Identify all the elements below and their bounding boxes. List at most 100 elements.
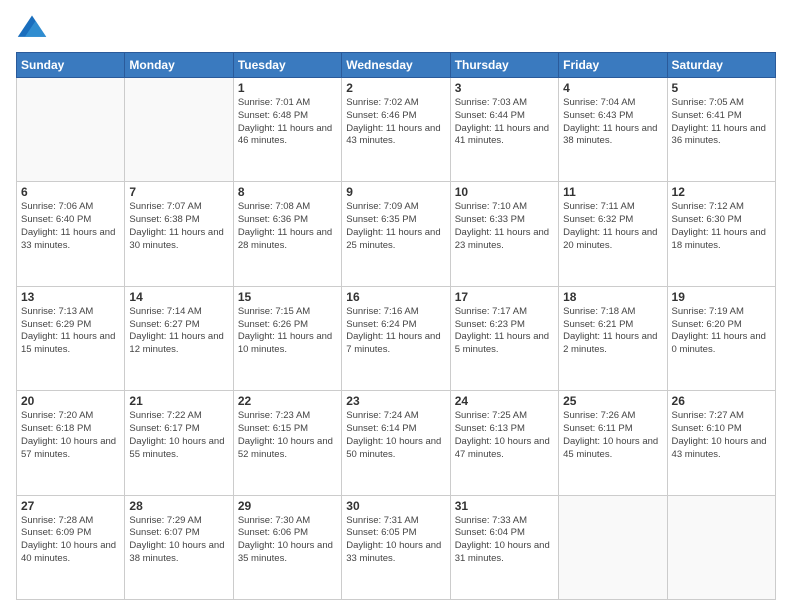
- day-number: 3: [455, 81, 554, 95]
- day-number: 5: [672, 81, 771, 95]
- day-info: Sunrise: 7:09 AMSunset: 6:35 PMDaylight:…: [346, 201, 445, 252]
- day-info: Sunrise: 7:02 AMSunset: 6:46 PMDaylight:…: [346, 97, 445, 148]
- day-info: Sunrise: 7:04 AMSunset: 6:43 PMDaylight:…: [563, 97, 662, 148]
- day-number: 22: [238, 394, 337, 408]
- calendar-cell: 13 Sunrise: 7:13 AMSunset: 6:29 PMDayligh…: [17, 286, 125, 390]
- day-info: Sunrise: 7:05 AMSunset: 6:41 PMDaylight:…: [672, 97, 771, 148]
- day-info: Sunrise: 7:01 AMSunset: 6:48 PMDaylight:…: [238, 97, 337, 148]
- day-number: 30: [346, 499, 445, 513]
- weekday-header-wednesday: Wednesday: [342, 53, 450, 78]
- calendar-cell: [667, 495, 775, 599]
- day-info: Sunrise: 7:07 AMSunset: 6:38 PMDaylight:…: [129, 201, 228, 252]
- calendar-cell: 16 Sunrise: 7:16 AMSunset: 6:24 PMDayligh…: [342, 286, 450, 390]
- calendar-cell: 11 Sunrise: 7:11 AMSunset: 6:32 PMDayligh…: [559, 182, 667, 286]
- calendar-cell: 20Sunrise: 7:20 AMSunset: 6:18 PMDayligh…: [17, 391, 125, 495]
- calendar-cell: 24 Sunrise: 7:25 AMSunset: 6:13 PMDayligh…: [450, 391, 558, 495]
- calendar-week-3: 20Sunrise: 7:20 AMSunset: 6:18 PMDayligh…: [17, 391, 776, 495]
- logo-icon: [16, 12, 48, 44]
- day-number: 4: [563, 81, 662, 95]
- calendar-cell: 27 Sunrise: 7:28 AMSunset: 6:09 PMDayligh…: [17, 495, 125, 599]
- day-number: 15: [238, 290, 337, 304]
- day-info: Sunrise: 7:10 AMSunset: 6:33 PMDaylight:…: [455, 201, 554, 252]
- day-info: Sunrise: 7:28 AMSunset: 6:09 PMDaylight:…: [21, 515, 120, 566]
- page: SundayMondayTuesdayWednesdayThursdayFrid…: [0, 0, 792, 612]
- day-number: 24: [455, 394, 554, 408]
- day-number: 8: [238, 185, 337, 199]
- day-info: Sunrise: 7:30 AMSunset: 6:06 PMDaylight:…: [238, 515, 337, 566]
- day-number: 12: [672, 185, 771, 199]
- day-info: Sunrise: 7:25 AMSunset: 6:13 PMDaylight:…: [455, 410, 554, 461]
- day-info: Sunrise: 7:24 AMSunset: 6:14 PMDaylight:…: [346, 410, 445, 461]
- day-info: Sunrise: 7:22 AMSunset: 6:17 PMDaylight:…: [129, 410, 228, 461]
- day-number: 17: [455, 290, 554, 304]
- day-info: Sunrise: 7:19 AMSunset: 6:20 PMDaylight:…: [672, 306, 771, 357]
- day-number: 27: [21, 499, 120, 513]
- calendar-week-4: 27 Sunrise: 7:28 AMSunset: 6:09 PMDayligh…: [17, 495, 776, 599]
- day-number: 11: [563, 185, 662, 199]
- day-number: 16: [346, 290, 445, 304]
- day-number: 6: [21, 185, 120, 199]
- calendar-cell: 2Sunrise: 7:02 AMSunset: 6:46 PMDaylight…: [342, 78, 450, 182]
- day-number: 7: [129, 185, 228, 199]
- day-number: 13: [21, 290, 120, 304]
- calendar-cell: 8 Sunrise: 7:08 AMSunset: 6:36 PMDaylight…: [233, 182, 341, 286]
- weekday-header-saturday: Saturday: [667, 53, 775, 78]
- calendar-cell: 14 Sunrise: 7:14 AMSunset: 6:27 PMDayligh…: [125, 286, 233, 390]
- day-number: 9: [346, 185, 445, 199]
- calendar-cell: 31Sunrise: 7:33 AMSunset: 6:04 PMDayligh…: [450, 495, 558, 599]
- calendar-cell: 9 Sunrise: 7:09 AMSunset: 6:35 PMDaylight…: [342, 182, 450, 286]
- calendar-cell: 29Sunrise: 7:30 AMSunset: 6:06 PMDayligh…: [233, 495, 341, 599]
- logo: [16, 12, 52, 44]
- calendar-cell: 21 Sunrise: 7:22 AMSunset: 6:17 PMDayligh…: [125, 391, 233, 495]
- calendar-cell: 22 Sunrise: 7:23 AMSunset: 6:15 PMDayligh…: [233, 391, 341, 495]
- calendar-cell: [125, 78, 233, 182]
- day-info: Sunrise: 7:29 AMSunset: 6:07 PMDaylight:…: [129, 515, 228, 566]
- day-number: 21: [129, 394, 228, 408]
- day-info: Sunrise: 7:33 AMSunset: 6:04 PMDaylight:…: [455, 515, 554, 566]
- calendar-week-0: 1Sunrise: 7:01 AMSunset: 6:48 PMDaylight…: [17, 78, 776, 182]
- calendar-cell: 7 Sunrise: 7:07 AMSunset: 6:38 PMDaylight…: [125, 182, 233, 286]
- calendar-week-2: 13 Sunrise: 7:13 AMSunset: 6:29 PMDayligh…: [17, 286, 776, 390]
- calendar-cell: 18Sunrise: 7:18 AMSunset: 6:21 PMDayligh…: [559, 286, 667, 390]
- day-number: 14: [129, 290, 228, 304]
- weekday-header-monday: Monday: [125, 53, 233, 78]
- calendar-cell: [559, 495, 667, 599]
- calendar-cell: 12 Sunrise: 7:12 AMSunset: 6:30 PMDayligh…: [667, 182, 775, 286]
- calendar-cell: 25Sunrise: 7:26 AMSunset: 6:11 PMDayligh…: [559, 391, 667, 495]
- day-info: Sunrise: 7:03 AMSunset: 6:44 PMDaylight:…: [455, 97, 554, 148]
- calendar-cell: 1Sunrise: 7:01 AMSunset: 6:48 PMDaylight…: [233, 78, 341, 182]
- day-info: Sunrise: 7:23 AMSunset: 6:15 PMDaylight:…: [238, 410, 337, 461]
- day-info: Sunrise: 7:06 AMSunset: 6:40 PMDaylight:…: [21, 201, 120, 252]
- weekday-header-friday: Friday: [559, 53, 667, 78]
- calendar-cell: 28Sunrise: 7:29 AMSunset: 6:07 PMDayligh…: [125, 495, 233, 599]
- day-info: Sunrise: 7:18 AMSunset: 6:21 PMDaylight:…: [563, 306, 662, 357]
- day-info: Sunrise: 7:17 AMSunset: 6:23 PMDaylight:…: [455, 306, 554, 357]
- header: [16, 12, 776, 44]
- calendar-week-1: 6 Sunrise: 7:06 AMSunset: 6:40 PMDaylight…: [17, 182, 776, 286]
- calendar-cell: 23 Sunrise: 7:24 AMSunset: 6:14 PMDayligh…: [342, 391, 450, 495]
- day-number: 26: [672, 394, 771, 408]
- day-info: Sunrise: 7:08 AMSunset: 6:36 PMDaylight:…: [238, 201, 337, 252]
- day-number: 10: [455, 185, 554, 199]
- weekday-header-tuesday: Tuesday: [233, 53, 341, 78]
- day-number: 20: [21, 394, 120, 408]
- day-info: Sunrise: 7:12 AMSunset: 6:30 PMDaylight:…: [672, 201, 771, 252]
- calendar-cell: 5 Sunrise: 7:05 AMSunset: 6:41 PMDaylight…: [667, 78, 775, 182]
- day-info: Sunrise: 7:16 AMSunset: 6:24 PMDaylight:…: [346, 306, 445, 357]
- day-info: Sunrise: 7:11 AMSunset: 6:32 PMDaylight:…: [563, 201, 662, 252]
- calendar-cell: 6 Sunrise: 7:06 AMSunset: 6:40 PMDaylight…: [17, 182, 125, 286]
- day-info: Sunrise: 7:13 AMSunset: 6:29 PMDaylight:…: [21, 306, 120, 357]
- calendar-cell: 19Sunrise: 7:19 AMSunset: 6:20 PMDayligh…: [667, 286, 775, 390]
- day-info: Sunrise: 7:27 AMSunset: 6:10 PMDaylight:…: [672, 410, 771, 461]
- calendar-cell: 30 Sunrise: 7:31 AMSunset: 6:05 PMDayligh…: [342, 495, 450, 599]
- calendar-cell: 3 Sunrise: 7:03 AMSunset: 6:44 PMDaylight…: [450, 78, 558, 182]
- calendar-cell: [17, 78, 125, 182]
- calendar-cell: 10 Sunrise: 7:10 AMSunset: 6:33 PMDayligh…: [450, 182, 558, 286]
- weekday-header-row: SundayMondayTuesdayWednesdayThursdayFrid…: [17, 53, 776, 78]
- calendar-cell: 17 Sunrise: 7:17 AMSunset: 6:23 PMDayligh…: [450, 286, 558, 390]
- day-number: 25: [563, 394, 662, 408]
- day-info: Sunrise: 7:31 AMSunset: 6:05 PMDaylight:…: [346, 515, 445, 566]
- weekday-header-thursday: Thursday: [450, 53, 558, 78]
- day-number: 23: [346, 394, 445, 408]
- day-info: Sunrise: 7:14 AMSunset: 6:27 PMDaylight:…: [129, 306, 228, 357]
